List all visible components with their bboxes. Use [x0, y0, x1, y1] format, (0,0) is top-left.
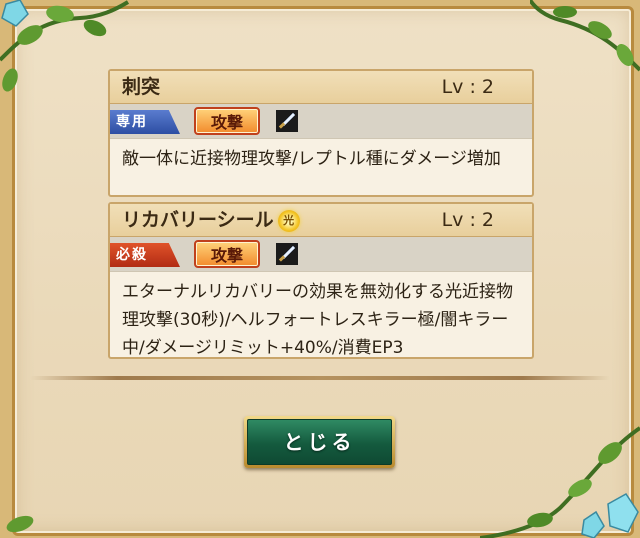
close-button[interactable]: とじる	[244, 416, 395, 468]
skill-card: 刺突 Lv : 2 専用 攻撃 敵一体に近接物理攻撃/レプトル種にダメージ増加	[108, 69, 534, 197]
vine-decoration-bottom-left	[6, 515, 34, 533]
skill-level: Lv : 2	[441, 76, 494, 98]
sword-icon	[276, 243, 298, 265]
close-button-label: とじる	[247, 419, 392, 465]
vine-decoration-bottom-right	[480, 426, 640, 538]
skill-title-bar: リカバリーシール光 Lv : 2	[110, 204, 532, 237]
skill-kind-tag: 必殺	[110, 243, 180, 267]
sword-icon	[276, 110, 298, 132]
skill-kind-tag: 専用	[110, 110, 180, 134]
skill-description: エターナルリカバリーの効果を無効化する光近接物理攻撃(30秒)/ヘルフォートレス…	[122, 282, 513, 358]
divider	[30, 376, 610, 380]
skill-level: Lv : 2	[441, 209, 494, 231]
vine-decoration-top-right	[530, 0, 640, 72]
attack-type-badge: 攻撃	[194, 107, 260, 135]
light-element-icon: 光	[277, 209, 300, 232]
skill-title-bar: 刺突 Lv : 2	[110, 71, 532, 104]
skill-description: 敵一体に近接物理攻撃/レプトル種にダメージ増加	[122, 149, 501, 169]
dialog-frame: 刺突 Lv : 2 専用 攻撃 敵一体に近接物理攻撃/レプトル種にダメージ増加 …	[0, 0, 640, 538]
skill-name: 刺突	[122, 76, 161, 98]
skill-tag-row: 専用 攻撃	[110, 104, 532, 139]
skill-card: リカバリーシール光 Lv : 2 必殺 攻撃 エターナルリカバリーの効果を無効化…	[108, 202, 534, 359]
skill-name: リカバリーシール	[122, 209, 274, 231]
attack-type-badge: 攻撃	[194, 240, 260, 268]
skill-tag-row: 必殺 攻撃	[110, 237, 532, 272]
